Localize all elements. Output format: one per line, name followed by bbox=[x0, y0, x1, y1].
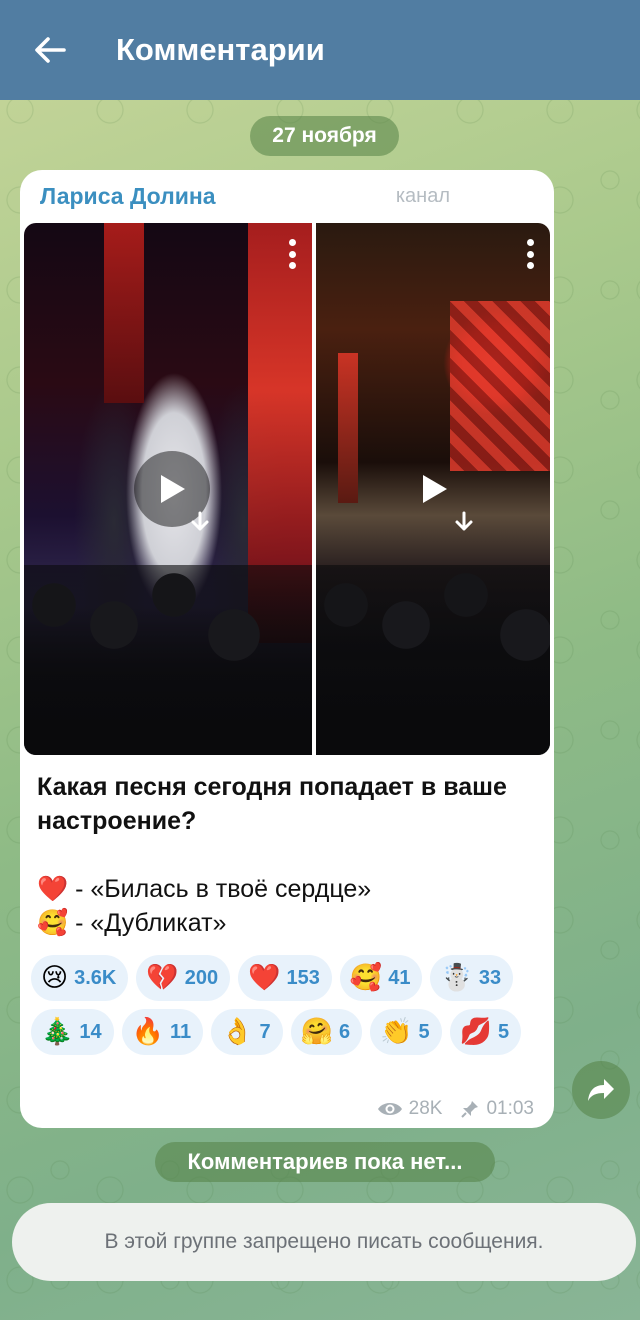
red-heart-icon: ❤️ bbox=[248, 963, 281, 993]
audience-silhouettes bbox=[316, 565, 550, 755]
eye-icon bbox=[377, 1103, 402, 1115]
reaction-chip[interactable]: 💋 5 bbox=[449, 1009, 522, 1055]
play-icon bbox=[161, 475, 185, 503]
reaction-chip[interactable]: 👌 7 bbox=[211, 1009, 283, 1055]
reaction-chip[interactable]: ☃️ 33 bbox=[430, 955, 514, 1001]
post-text: Какая песня сегодня попадает в ваше наст… bbox=[37, 770, 537, 940]
input-restriction-notice: В этой группе запрещено писать сообщения… bbox=[104, 1230, 544, 1253]
page-title: Комментарии bbox=[116, 32, 325, 67]
empty-comments-label: Комментариев пока нет... bbox=[155, 1142, 495, 1182]
media-album bbox=[24, 223, 550, 755]
post-meta: 28K 01:03 bbox=[377, 1098, 534, 1120]
view-count: 28K bbox=[408, 1098, 443, 1119]
channel-name-link[interactable]: Лариса Долина bbox=[40, 183, 216, 210]
top-app-bar: Комментарии bbox=[0, 0, 640, 100]
arrow-left-icon bbox=[35, 37, 66, 63]
reaction-chip[interactable]: 💔 200 bbox=[136, 955, 231, 1001]
more-vertical-icon[interactable] bbox=[526, 239, 534, 269]
broken-heart-icon: 💔 bbox=[146, 963, 179, 993]
clapping-hands-icon: 👏 bbox=[380, 1017, 413, 1047]
post-time: 01:03 bbox=[486, 1098, 534, 1119]
reaction-chip[interactable]: 😢 3.6K bbox=[31, 955, 129, 1001]
video-thumbnail-1[interactable] bbox=[24, 223, 312, 755]
channel-post-card: Лариса Долина канал Какая песня сегодня … bbox=[20, 170, 554, 1128]
video-thumbnail-2[interactable] bbox=[316, 223, 550, 755]
date-separator: 27 ноября bbox=[250, 116, 399, 156]
post-header: Лариса Долина канал bbox=[20, 170, 554, 222]
reaction-chip[interactable]: 🔥 11 bbox=[121, 1009, 204, 1055]
audience-silhouettes bbox=[24, 565, 312, 755]
reaction-chip[interactable]: 🎄 14 bbox=[31, 1009, 114, 1055]
post-question: Какая песня сегодня попадает в ваше наст… bbox=[37, 773, 507, 835]
play-icon bbox=[423, 475, 447, 503]
kiss-mark-icon: 💋 bbox=[459, 1017, 493, 1047]
share-button[interactable] bbox=[572, 1061, 630, 1119]
more-vertical-icon[interactable] bbox=[288, 239, 296, 269]
ok-hand-icon: 👌 bbox=[221, 1017, 254, 1047]
crying-face-icon: 😢 bbox=[41, 963, 69, 993]
poll-option-1: ❤️ - «Билась в твоё сердце» bbox=[37, 875, 372, 903]
hugging-face-icon: 🤗 bbox=[300, 1017, 334, 1047]
download-icon[interactable] bbox=[450, 508, 478, 536]
poll-option-2: 🥰 - «Дубликат» bbox=[37, 909, 227, 937]
pin-icon bbox=[461, 1101, 479, 1118]
reaction-chip[interactable]: 👏 5 bbox=[370, 1009, 442, 1055]
back-button[interactable] bbox=[0, 0, 100, 100]
download-icon[interactable] bbox=[186, 508, 214, 536]
smiling-face-hearts-icon: 🥰 bbox=[349, 963, 383, 993]
snowman-icon: ☃️ bbox=[440, 963, 473, 993]
reaction-chip[interactable]: 🤗 6 bbox=[290, 1009, 363, 1055]
reaction-chip[interactable]: ❤️ 153 bbox=[238, 955, 332, 1001]
fire-icon: 🔥 bbox=[131, 1017, 164, 1047]
reaction-chip[interactable]: 🥰 41 bbox=[339, 955, 423, 1001]
reactions-bar: 😢 3.6K 💔 200 ❤️ 153 🥰 41 ☃️ 33 🎄 14 🔥 11 👌 7 🤗 6 … bbox=[31, 955, 551, 1055]
channel-tag: канал bbox=[395, 184, 450, 207]
christmas-tree-icon: 🎄 bbox=[41, 1017, 74, 1047]
message-input-disabled: В этой группе запрещено писать сообщения… bbox=[12, 1203, 636, 1281]
share-arrow-icon bbox=[588, 1079, 614, 1101]
